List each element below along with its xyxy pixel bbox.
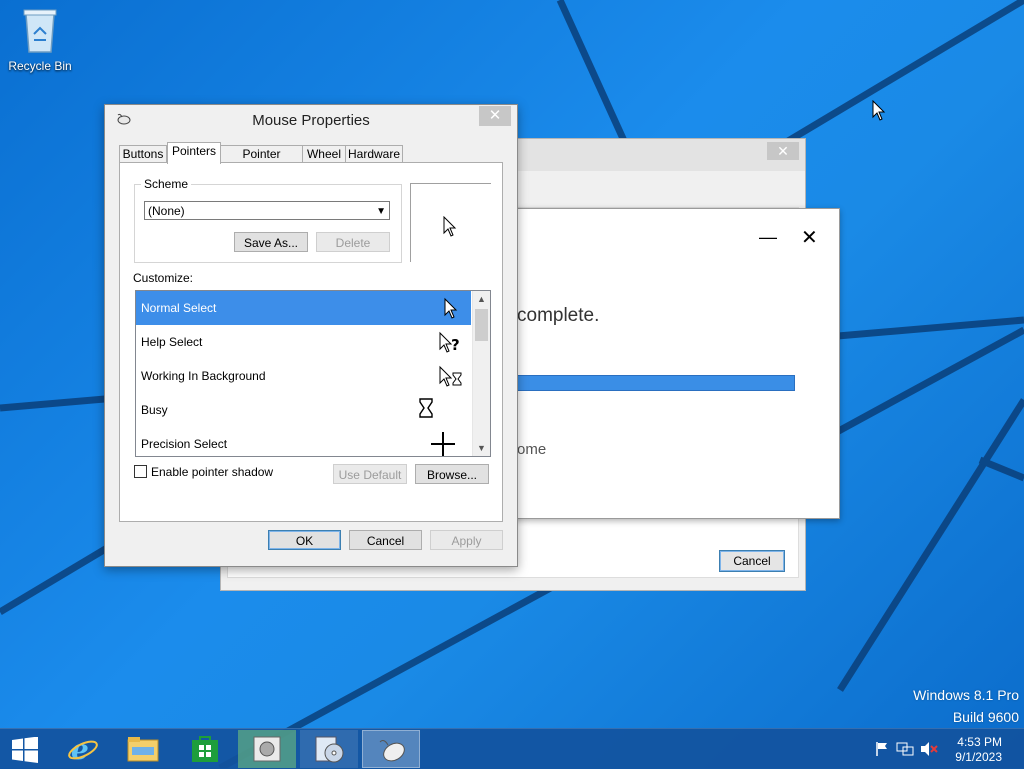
taskbar: e 4:53 PM 9/1/2023	[0, 728, 1024, 769]
list-item[interactable]: Working In Background	[136, 359, 471, 393]
close-button[interactable]: ✕	[801, 225, 818, 250]
scheme-group: Scheme (None) ▼ Save As... Delete	[134, 177, 402, 263]
tab-buttons[interactable]: Buttons	[119, 145, 167, 163]
tab-pointer-options[interactable]: Pointer Options	[220, 145, 303, 178]
taskbar-clock[interactable]: 4:53 PM 9/1/2023	[922, 735, 1002, 765]
chevron-down-icon: ▼	[376, 206, 386, 217]
tab-pointers[interactable]: Pointers	[167, 142, 221, 164]
store-icon	[192, 736, 218, 762]
mouse-pointer-icon	[872, 100, 886, 121]
taskbar-store[interactable]	[176, 730, 234, 768]
taskbar-mouse-properties[interactable]	[362, 730, 420, 768]
scroll-up-icon[interactable]: ▲	[473, 291, 490, 307]
tab-wheel[interactable]: Wheel	[302, 145, 346, 163]
mouse-icon	[379, 740, 405, 762]
pointer-label: Precision Select	[141, 437, 228, 451]
pointer-label: Busy	[141, 403, 168, 417]
ok-button[interactable]: OK	[268, 530, 341, 550]
hourglass-cursor-icon	[419, 398, 433, 418]
pointer-list-scrollbar[interactable]: ▲ ▼	[472, 291, 490, 456]
crosshair-cursor-icon	[431, 432, 455, 456]
dialog-close-button[interactable]: ✕	[479, 106, 511, 126]
recycle-bin-label: Recycle Bin	[8, 59, 72, 73]
pointer-label: Help Select	[141, 335, 203, 349]
minimize-button[interactable]: —	[759, 227, 777, 248]
arrow-cursor-icon	[444, 297, 458, 319]
use-default-button[interactable]: Use Default	[333, 464, 407, 484]
file-explorer-icon	[127, 737, 159, 762]
taskbar-setup-disc[interactable]	[300, 730, 358, 768]
scroll-thumb[interactable]	[475, 309, 488, 341]
dialog-title: Mouse Properties	[252, 112, 370, 129]
background-progress-window: — ✕ complete. ome	[500, 208, 840, 519]
setup-disc-icon	[315, 736, 344, 763]
pointer-preview	[410, 183, 491, 262]
scroll-down-icon[interactable]: ▼	[473, 440, 490, 456]
list-item[interactable]: Precision Select	[136, 427, 471, 456]
recycle-bin-shortcut[interactable]: Recycle Bin	[4, 6, 76, 73]
start-button[interactable]	[0, 730, 50, 768]
pointer-shadow-checkbox[interactable]: Enable pointer shadow	[134, 465, 273, 479]
setup-window-close-button[interactable]: ✕	[767, 142, 799, 160]
delete-scheme-button[interactable]: Delete	[316, 232, 390, 252]
apply-button[interactable]: Apply	[430, 530, 503, 550]
progress-message: complete.	[517, 305, 600, 326]
pointer-list[interactable]: Normal Select Help Select ? Working In B…	[135, 290, 491, 457]
cancel-button[interactable]: Cancel	[349, 530, 422, 550]
internet-explorer-icon: e	[68, 733, 98, 765]
progress-footer-text: ome	[517, 441, 547, 458]
checkbox-box[interactable]	[134, 465, 147, 478]
scheme-legend: Scheme	[141, 177, 192, 191]
clock-date: 9/1/2023	[955, 750, 1002, 764]
flag-icon[interactable]	[874, 741, 890, 757]
list-item[interactable]: Help Select ?	[136, 325, 471, 359]
browse-button[interactable]: Browse...	[415, 464, 489, 484]
pointer-shadow-label: Enable pointer shadow	[151, 465, 274, 479]
mouse-properties-dialog: Mouse Properties ✕ Buttons Pointers Poin…	[104, 104, 518, 567]
watermark-edition: Windows 8.1 Pro	[913, 687, 1019, 703]
network-icon[interactable]	[896, 741, 914, 757]
list-item[interactable]: Normal Select	[136, 291, 471, 325]
scheme-selected-value: (None)	[148, 204, 185, 218]
working-cursor-icon	[439, 365, 462, 387]
tab-hardware[interactable]: Hardware	[345, 145, 403, 163]
start-icon	[12, 737, 38, 763]
pointer-label: Normal Select	[141, 301, 217, 315]
list-item[interactable]: Busy	[136, 393, 471, 427]
svg-text:?: ?	[451, 336, 460, 354]
pointer-label: Working In Background	[141, 369, 266, 383]
watermark-build: Build 9600	[952, 709, 1019, 725]
save-as-button[interactable]: Save As...	[234, 232, 308, 252]
help-cursor-icon: ?	[439, 331, 460, 354]
clock-time: 4:53 PM	[957, 735, 1002, 749]
arrow-cursor-icon	[443, 216, 457, 237]
taskbar-setup-app[interactable]	[238, 730, 296, 768]
recycle-bin-icon	[23, 9, 57, 53]
setup-cancel-button[interactable]: Cancel	[719, 550, 785, 572]
progress-bar	[517, 375, 795, 391]
scheme-dropdown[interactable]: (None) ▼	[144, 201, 390, 220]
taskbar-file-explorer[interactable]	[114, 730, 172, 768]
setup-app-icon	[253, 736, 281, 762]
taskbar-internet-explorer[interactable]: e	[54, 730, 112, 768]
os-watermark: Windows 8.1 Pro Build 9600	[913, 684, 1019, 728]
customize-label: Customize:	[133, 271, 194, 285]
pointers-panel: Scheme (None) ▼ Save As... Delete Custom…	[119, 162, 503, 522]
dialog-titlebar[interactable]: Mouse Properties ✕	[105, 105, 517, 135]
